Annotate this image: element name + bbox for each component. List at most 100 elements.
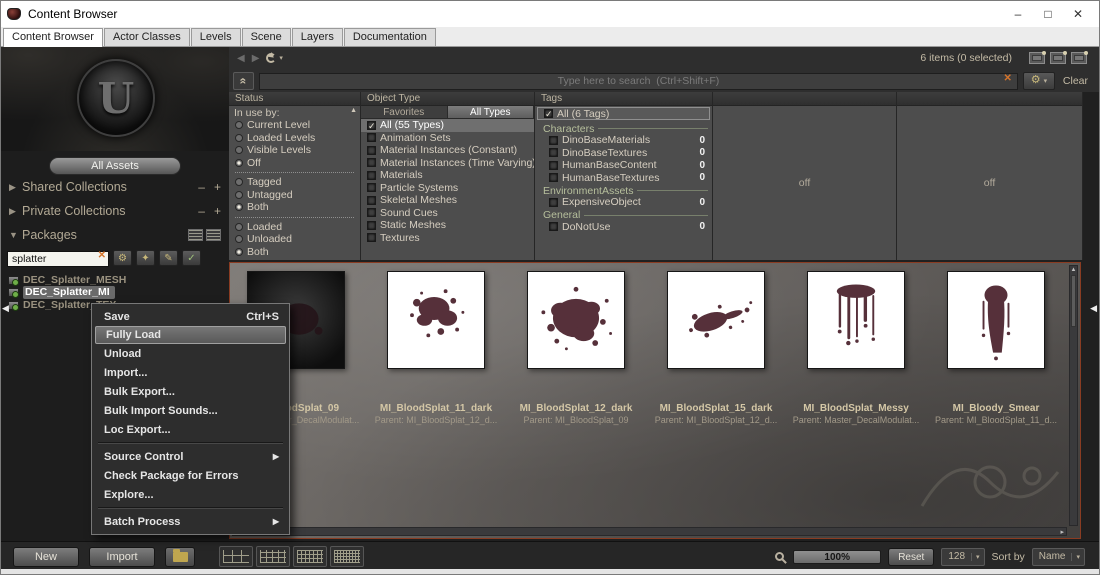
- menu-item-save[interactable]: Save Ctrl+S: [94, 307, 287, 326]
- all-assets-button[interactable]: All Assets: [49, 157, 181, 175]
- clear-search-icon[interactable]: ✕: [1004, 73, 1012, 84]
- package-search-input[interactable]: [7, 251, 109, 267]
- list-view-icon[interactable]: [188, 229, 203, 241]
- new-button[interactable]: New: [13, 546, 79, 567]
- asset-thumbnail[interactable]: [947, 271, 1045, 369]
- remove-collection-button[interactable]: –: [198, 204, 205, 218]
- thumbnail-size-large-button[interactable]: [219, 546, 253, 567]
- tab-favorites[interactable]: Favorites: [361, 106, 448, 119]
- asset-thumbnail[interactable]: [387, 271, 485, 369]
- checkbox-expensiveobject[interactable]: ExpensiveObject 0: [535, 196, 712, 209]
- asset-item[interactable]: MI_BloodSplat_11_dark Parent: MI_BloodSp…: [375, 271, 497, 425]
- add-collection-button[interactable]: +: [214, 180, 221, 194]
- tab-layers[interactable]: Layers: [291, 28, 343, 46]
- back-icon[interactable]: ◀: [237, 53, 245, 64]
- checkbox-sound-cues[interactable]: Sound Cues: [361, 207, 534, 220]
- collapse-left-panel-icon[interactable]: ◀: [2, 303, 9, 314]
- asset-grid-panel[interactable]: MI_BloodSplat_09 Parent: Master_DecalMod…: [229, 262, 1081, 539]
- tag-icon[interactable]: ✦: [136, 250, 155, 266]
- checkbox-all-tags[interactable]: ✓ All (6 Tags): [537, 107, 710, 120]
- menu-item-source-control[interactable]: Source Control ▶: [94, 447, 287, 466]
- add-collection-button[interactable]: +: [214, 204, 221, 218]
- vertical-scrollbar[interactable]: ▲: [1069, 265, 1078, 526]
- thumbnail-size-medium-button[interactable]: [256, 546, 290, 567]
- radio-visible-levels[interactable]: Visible Levels: [229, 144, 360, 157]
- pencil-icon[interactable]: ✎: [159, 250, 178, 266]
- scroll-up-icon[interactable]: ▲: [1071, 267, 1077, 273]
- checkbox-dinobasematerials[interactable]: DinoBaseMaterials 0: [535, 134, 712, 147]
- wrench-icon[interactable]: ⚙: [113, 250, 132, 266]
- checkbox-material-instances-constant[interactable]: Material Instances (Constant): [361, 144, 534, 157]
- scrollbar-thumb[interactable]: [1071, 275, 1076, 327]
- radio-current-level[interactable]: Current Level: [229, 119, 360, 132]
- checkbox-textures[interactable]: Textures: [361, 232, 534, 245]
- refresh-button[interactable]: ▾: [266, 53, 283, 63]
- scroll-up-icon[interactable]: ▲: [350, 107, 357, 119]
- horizontal-scrollbar[interactable]: ▸: [232, 527, 1067, 536]
- scroll-right-icon[interactable]: ▸: [1060, 528, 1064, 536]
- radio-load-both-selected[interactable]: Both: [229, 246, 360, 259]
- menu-item-bulk-export[interactable]: Bulk Export...: [94, 382, 287, 401]
- asset-thumbnail[interactable]: [667, 271, 765, 369]
- tab-actor-classes[interactable]: Actor Classes: [103, 28, 190, 46]
- tab-scene[interactable]: Scene: [241, 28, 291, 46]
- reset-zoom-button[interactable]: Reset: [888, 547, 935, 566]
- checkbox-particle-systems[interactable]: Particle Systems: [361, 182, 534, 195]
- checkbox-animation-sets[interactable]: Animation Sets: [361, 132, 534, 145]
- menu-item-explore[interactable]: Explore...: [94, 485, 287, 504]
- tab-all-types[interactable]: All Types: [447, 106, 534, 119]
- checkbox-dinobasetextures[interactable]: DinoBaseTextures 0: [535, 147, 712, 160]
- menu-item-unload[interactable]: Unload: [94, 344, 287, 363]
- thumbnail-size-small-button[interactable]: [293, 546, 327, 567]
- radio-tagged[interactable]: Tagged: [229, 176, 360, 189]
- menu-item-import[interactable]: Import...: [94, 363, 287, 382]
- clear-search-icon[interactable]: ✕: [98, 250, 106, 261]
- search-input[interactable]: [259, 72, 1018, 90]
- checkbox-donotuse[interactable]: DoNotUse 0: [535, 221, 712, 234]
- forward-icon[interactable]: ▶: [252, 53, 260, 64]
- checkbox-all-types[interactable]: ✓ All (55 Types): [361, 119, 534, 132]
- menu-item-loc-export[interactable]: Loc Export...: [94, 420, 287, 439]
- checkbox-static-meshes[interactable]: Static Meshes: [361, 219, 534, 232]
- collapse-filters-button[interactable]: «: [233, 71, 254, 90]
- remove-collection-button[interactable]: –: [198, 180, 205, 194]
- clear-button[interactable]: Clear: [1060, 75, 1091, 87]
- asset-item[interactable]: MI_BloodSplat_Messy Parent: Master_Decal…: [793, 271, 919, 425]
- new-window-icon[interactable]: [1071, 51, 1088, 64]
- zoom-slider[interactable]: 100%: [793, 549, 882, 564]
- checkbox-humanbasecontent[interactable]: HumanBaseContent 0: [535, 159, 712, 172]
- radio-loaded[interactable]: Loaded: [229, 221, 360, 234]
- radio-off-selected[interactable]: Off: [229, 157, 360, 170]
- tab-content-browser[interactable]: Content Browser: [3, 28, 103, 47]
- tab-levels[interactable]: Levels: [190, 28, 241, 46]
- sidebar-item-private-collections[interactable]: ▶ Private Collections – +: [1, 199, 229, 223]
- check-icon[interactable]: ✓: [182, 250, 201, 266]
- new-window-icon[interactable]: [1029, 51, 1046, 64]
- close-button[interactable]: ✕: [1063, 2, 1093, 26]
- asset-thumbnail[interactable]: [807, 271, 905, 369]
- collapse-right-panel-icon[interactable]: ◀: [1090, 303, 1097, 314]
- asset-item[interactable]: MI_BloodSplat_12_dark Parent: MI_BloodSp…: [520, 271, 632, 425]
- new-window-icon[interactable]: [1050, 51, 1067, 64]
- thumbnail-size-dropdown[interactable]: 128 ▾: [941, 547, 985, 566]
- sidebar-item-packages[interactable]: ▼ Packages: [1, 223, 229, 247]
- list-mode-button[interactable]: [330, 546, 364, 567]
- menu-item-fully-load[interactable]: Fully Load: [95, 326, 286, 344]
- open-folder-button[interactable]: [165, 546, 195, 567]
- menu-item-batch-process[interactable]: Batch Process ▶: [94, 512, 287, 531]
- tab-documentation[interactable]: Documentation: [343, 28, 436, 46]
- menu-item-bulk-import-sounds[interactable]: Bulk Import Sounds...: [94, 401, 287, 420]
- tree-view-icon[interactable]: [206, 229, 221, 241]
- radio-untagged[interactable]: Untagged: [229, 189, 360, 202]
- radio-tag-both-selected[interactable]: Both: [229, 201, 360, 214]
- radio-loaded-levels[interactable]: Loaded Levels: [229, 132, 360, 145]
- maximize-button[interactable]: □: [1033, 2, 1063, 26]
- radio-unloaded[interactable]: Unloaded: [229, 233, 360, 246]
- checkbox-skeletal-meshes[interactable]: Skeletal Meshes: [361, 194, 534, 207]
- package-item[interactable]: DEC_Splatter_MESH: [8, 274, 229, 287]
- asset-item[interactable]: MI_BloodSplat_15_dark Parent: MI_BloodSp…: [655, 271, 777, 425]
- checkbox-materials[interactable]: Materials: [361, 169, 534, 182]
- package-item-selected[interactable]: DEC_Splatter_MI: [8, 286, 229, 300]
- menu-item-check-package-for-errors[interactable]: Check Package for Errors: [94, 466, 287, 485]
- import-button[interactable]: Import: [89, 546, 155, 567]
